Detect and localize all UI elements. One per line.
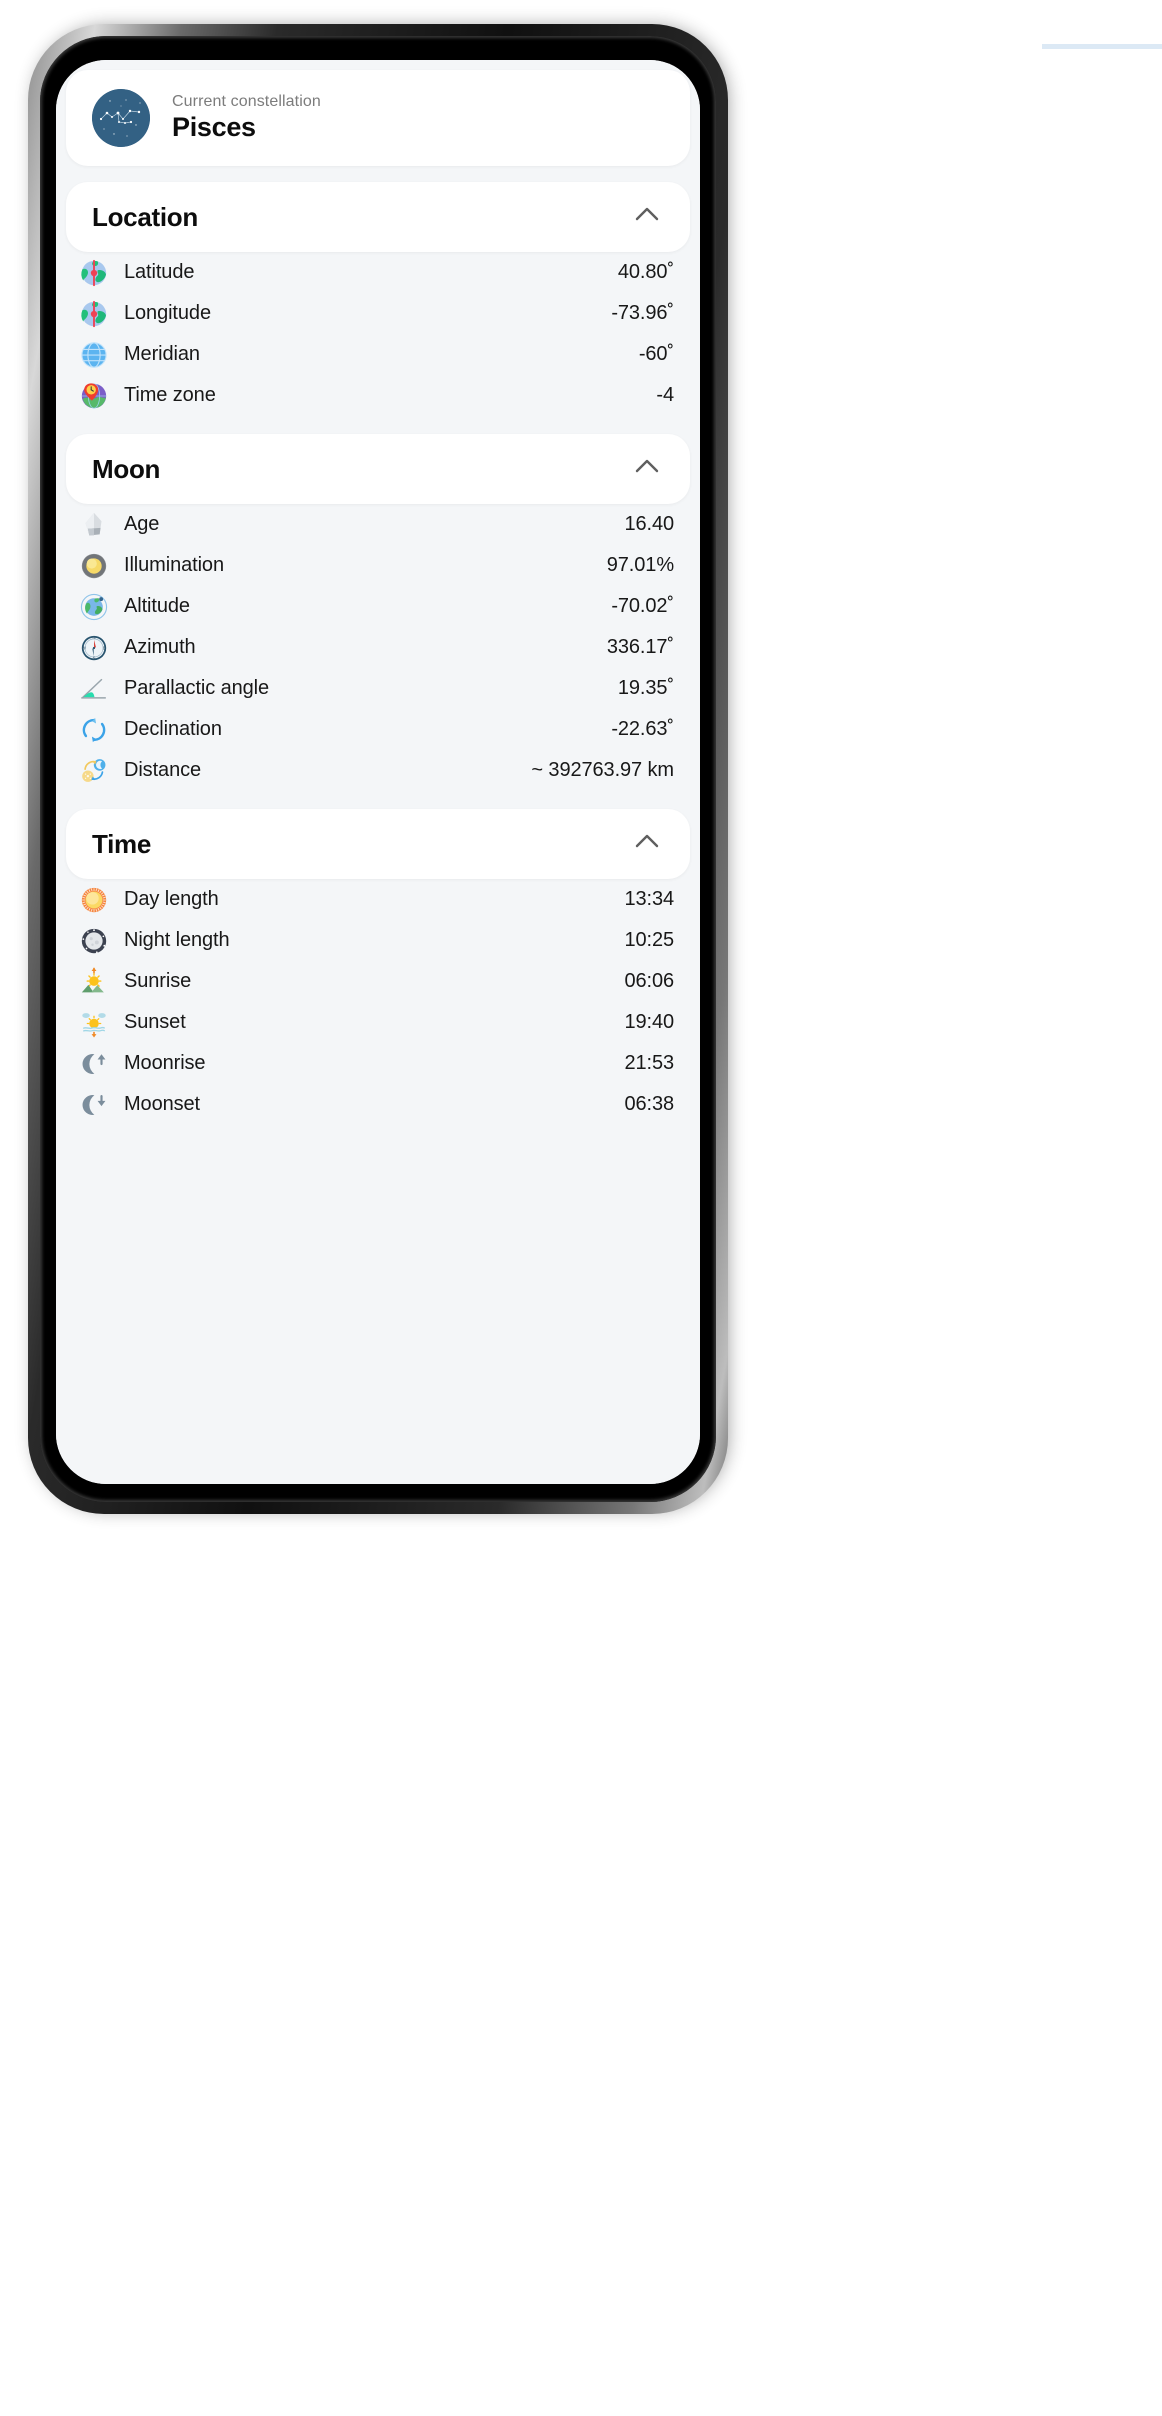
globe-longitude-icon <box>78 298 110 330</box>
sun-icon <box>78 884 110 916</box>
night-moon-icon <box>78 925 110 957</box>
list-item[interactable]: Declination -22.63˚ <box>56 709 700 750</box>
row-label: Time zone <box>124 384 216 406</box>
row-value: -22.63˚ <box>611 718 674 740</box>
row-label: Sunrise <box>124 970 192 992</box>
row-value: -60˚ <box>638 343 674 365</box>
background-sliver <box>1042 44 1162 49</box>
section-title-moon: Moon <box>92 453 161 484</box>
moonset-icon <box>78 1089 110 1121</box>
row-value: 21:53 <box>624 1052 674 1074</box>
row-value: 13:34 <box>624 888 674 910</box>
row-value: 06:06 <box>624 970 674 992</box>
angle-icon <box>78 673 110 705</box>
constellation-orb-icon <box>92 89 150 147</box>
phone-bezel: Current constellation Pisces Location Lat… <box>40 36 716 1502</box>
chevron-up-icon[interactable] <box>630 825 664 864</box>
row-value: 16.40 <box>624 513 674 535</box>
section-title-time: Time <box>92 828 152 859</box>
row-label: Distance <box>124 759 202 781</box>
row-label: Parallactic angle <box>124 677 270 699</box>
moon-rock-icon <box>78 509 110 541</box>
section-title-location: Location <box>92 201 198 232</box>
row-label: Day length <box>124 888 219 910</box>
row-label: Moonset <box>124 1093 201 1115</box>
list-item[interactable]: Meridian -60˚ <box>56 334 700 375</box>
rotation-arrows-icon <box>78 714 110 746</box>
list-item[interactable]: N S W E Azimuth 336.17˚ <box>56 627 700 668</box>
row-label: Age <box>124 513 160 535</box>
section-header-time[interactable]: Time <box>66 809 690 879</box>
row-value: 97.01% <box>606 554 674 576</box>
orbit-earth-icon <box>78 591 110 623</box>
row-value: -4 <box>656 384 674 406</box>
row-label: Altitude <box>124 595 190 617</box>
phone-screen: Current constellation Pisces Location Lat… <box>56 60 700 1484</box>
timezone-pin-icon <box>78 380 110 412</box>
section-rows-moon: Age 16.40 Illumination 97.01% Altitude -70.02… <box>56 504 700 793</box>
svg-text:E: E <box>103 645 106 650</box>
list-item[interactable]: Parallactic angle 19.35˚ <box>56 668 700 709</box>
row-label: Declination <box>124 718 222 740</box>
row-value: -70.02˚ <box>611 595 674 617</box>
list-item[interactable]: Moonrise 21:53 <box>56 1043 700 1084</box>
screenshot-root: Current constellation Pisces Location Lat… <box>0 0 1162 2416</box>
illumination-icon <box>78 550 110 582</box>
row-label: Azimuth <box>124 636 196 658</box>
row-label: Moonrise <box>124 1052 206 1074</box>
list-item[interactable]: Latitude 40.80˚ <box>56 252 700 293</box>
app-content: Current constellation Pisces Location Lat… <box>56 60 700 1484</box>
constellation-name: Pisces <box>172 112 256 142</box>
row-label: Illumination <box>124 554 224 576</box>
sun-moon-distance-icon <box>78 755 110 787</box>
list-item[interactable]: Day length 13:34 <box>56 879 700 920</box>
chevron-up-icon[interactable] <box>630 450 664 489</box>
list-item[interactable]: Age 16.40 <box>56 504 700 545</box>
list-item[interactable]: Distance ~ 392763.97 km <box>56 750 700 791</box>
list-item[interactable]: Sunset 19:40 <box>56 1002 700 1043</box>
row-label: Night length <box>124 929 230 951</box>
sunrise-icon <box>78 966 110 998</box>
moonrise-icon <box>78 1048 110 1080</box>
svg-text:S: S <box>93 655 96 660</box>
row-value: 06:38 <box>624 1093 674 1115</box>
globe-meridian-icon <box>78 339 110 371</box>
compass-icon: NSWE <box>78 632 110 664</box>
list-item[interactable]: Illumination 97.01% <box>56 545 700 586</box>
list-item[interactable]: Time zone -4 <box>56 375 700 416</box>
row-label: Meridian <box>124 343 200 365</box>
row-label: Latitude <box>124 261 195 283</box>
row-label: Longitude <box>124 302 211 324</box>
row-label: Sunset <box>124 1011 186 1033</box>
globe-latitude-icon <box>78 257 110 289</box>
svg-text:N: N <box>92 635 95 640</box>
section-rows-time: Day length 13:34 Night length 10:25 Sunrise 0… <box>56 879 700 1127</box>
row-value: 40.80˚ <box>617 261 674 283</box>
row-value: 19:40 <box>624 1011 674 1033</box>
constellation-card[interactable]: Current constellation Pisces <box>66 70 690 166</box>
sunset-icon <box>78 1007 110 1039</box>
list-item[interactable]: Sunrise 06:06 <box>56 961 700 1002</box>
row-value: ~ 392763.97 km <box>531 759 674 781</box>
list-item[interactable]: Altitude -70.02˚ <box>56 586 700 627</box>
list-item[interactable]: Longitude -73.96˚ <box>56 293 700 334</box>
constellation-label: Current constellation <box>172 93 321 110</box>
list-item[interactable]: Night length 10:25 <box>56 920 700 961</box>
row-value: 10:25 <box>624 929 674 951</box>
list-item[interactable]: Moonset 06:38 <box>56 1084 700 1125</box>
section-header-moon[interactable]: Moon <box>66 434 690 504</box>
row-value: 19.35˚ <box>617 677 674 699</box>
row-value: 336.17˚ <box>606 636 674 658</box>
chevron-up-icon[interactable] <box>630 198 664 237</box>
phone-frame: Current constellation Pisces Location Lat… <box>28 24 728 1514</box>
section-header-location[interactable]: Location <box>66 182 690 252</box>
section-rows-location: Latitude 40.80˚ Longitude -73.96˚ Meridian -6… <box>56 252 700 418</box>
row-value: -73.96˚ <box>611 302 674 324</box>
